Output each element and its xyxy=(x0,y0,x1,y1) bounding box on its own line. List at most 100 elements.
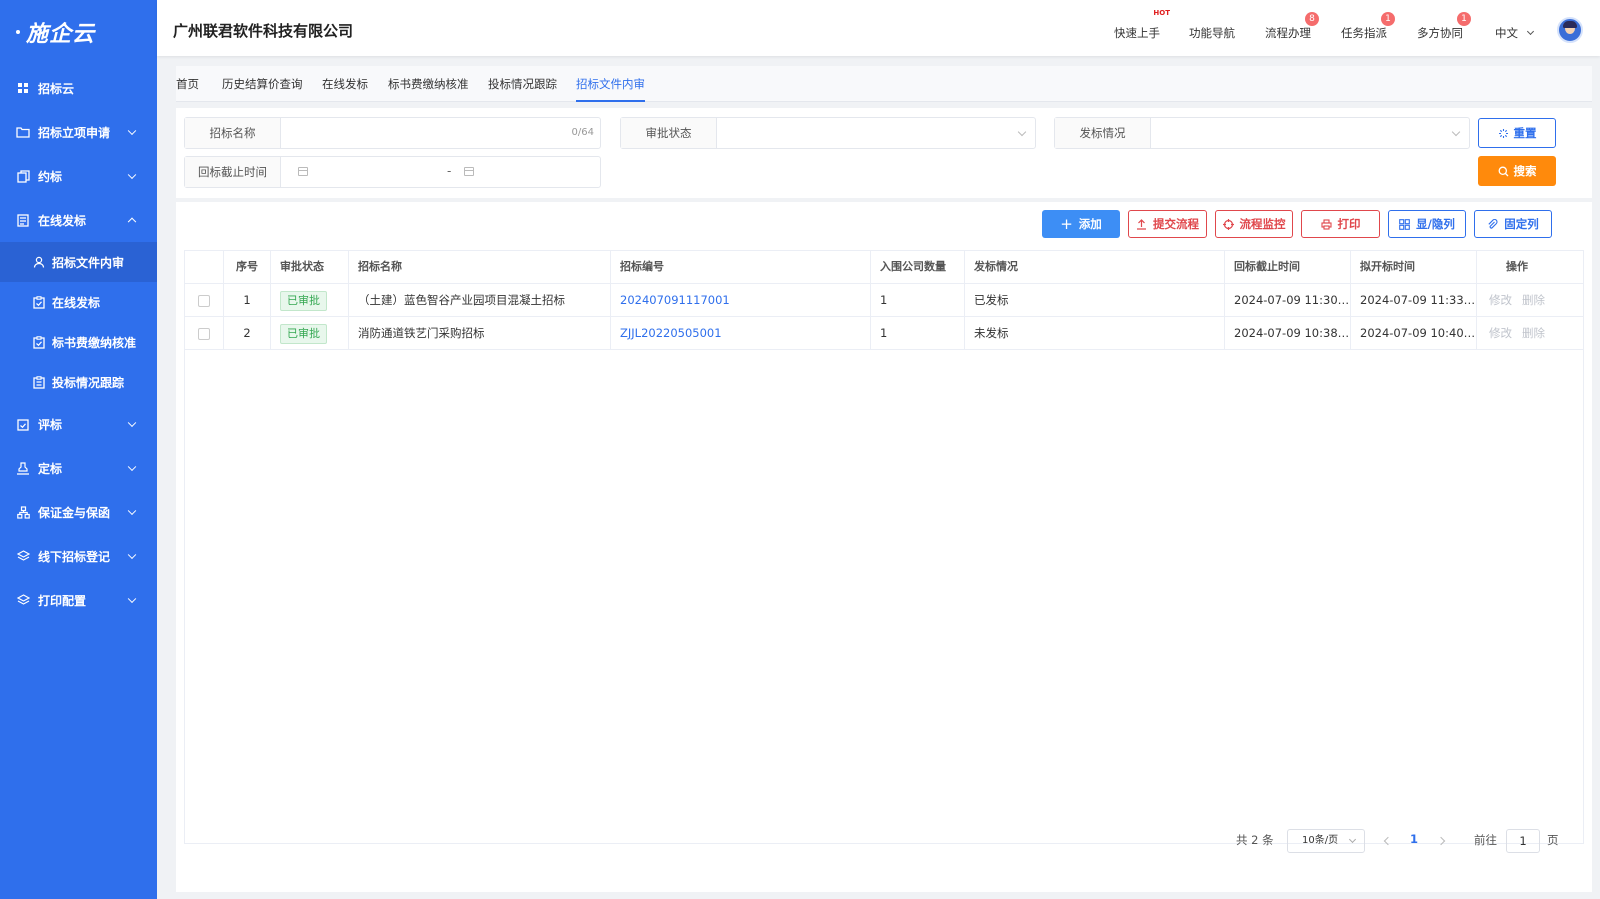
print-button[interactable]: 打印 xyxy=(1301,210,1380,238)
monitor-flow-button[interactable]: 流程监控 xyxy=(1215,210,1293,238)
approval-status-select[interactable] xyxy=(717,118,1035,148)
delete-button[interactable]: 删除 xyxy=(1522,326,1545,340)
tab-history-price[interactable]: 历史结算价查询 xyxy=(222,76,303,100)
sidebar-subitem-online-publish[interactable]: 在线发标 xyxy=(0,282,157,322)
goto-page-input[interactable]: 1 xyxy=(1506,829,1540,853)
collaboration-link[interactable]: 多方协同 1 xyxy=(1417,12,1471,41)
column-header[interactable]: 审批状态 xyxy=(271,251,349,284)
sidebar-item-invite-bid[interactable]: 约标 xyxy=(0,154,157,198)
tender-code-link[interactable]: ZJJL20220505001 xyxy=(620,326,722,340)
search-button[interactable]: 搜索 xyxy=(1478,156,1556,186)
status-badge: 已审批 xyxy=(280,290,327,311)
submit-flow-button[interactable]: 提交流程 xyxy=(1128,210,1207,238)
deadline-filter: 回标截止时间 - xyxy=(184,156,601,188)
sidebar-item-bidding-cloud[interactable]: 招标云 xyxy=(0,66,157,110)
tab-online-publish[interactable]: 在线发标 xyxy=(322,76,368,100)
sidebar-item-award[interactable]: 定标 xyxy=(0,446,157,490)
date-separator: - xyxy=(447,164,452,178)
page-size-label: 10条/页 xyxy=(1302,835,1339,846)
deadline-cell: 2024-07-09 11:30:59 xyxy=(1225,284,1351,317)
filter-label: 招标名称 xyxy=(185,118,281,148)
grid-icon xyxy=(16,81,30,95)
calendar-icon xyxy=(298,167,308,176)
filter-label: 发标情况 xyxy=(1055,118,1151,148)
column-header[interactable]: 发标情况 xyxy=(965,251,1225,284)
column-header[interactable]: 入围公司数量 xyxy=(871,251,965,284)
sidebar-item-online-publish[interactable]: 在线发标 xyxy=(0,198,157,242)
delete-button[interactable]: 删除 xyxy=(1522,293,1545,307)
document-icon xyxy=(16,213,30,227)
deadline-range-picker[interactable]: - xyxy=(281,157,600,187)
publish-status-select[interactable] xyxy=(1151,118,1469,148)
actions-cell: 修改 删除 xyxy=(1477,317,1583,350)
monitor-flow-label: 流程监控 xyxy=(1239,217,1286,231)
reset-button[interactable]: 重置 xyxy=(1478,118,1556,148)
sidebar-item-project-application[interactable]: 招标立项申请 xyxy=(0,110,157,154)
column-header[interactable]: 拟开标时间 xyxy=(1351,251,1477,284)
page-size-select[interactable]: 10条/页 xyxy=(1287,829,1365,853)
clipboard-icon xyxy=(32,335,46,349)
upload-icon xyxy=(1137,218,1146,230)
toggle-columns-button[interactable]: 显/隐列 xyxy=(1388,210,1466,238)
quick-start-link[interactable]: 快速上手 HOT xyxy=(1114,9,1170,41)
column-header[interactable]: 招标编号 xyxy=(611,251,871,284)
clipboard-list-icon xyxy=(32,375,46,389)
char-counter: 0/64 xyxy=(571,127,594,138)
row-checkbox[interactable] xyxy=(198,327,210,340)
top-header: 广州联君软件科技有限公司 快速上手 HOT 功能导航 流程办理 8 任务指派 1… xyxy=(157,0,1600,56)
sidebar-item-print-config[interactable]: 打印配置 xyxy=(0,578,157,622)
task-assign-link[interactable]: 任务指派 1 xyxy=(1341,12,1395,41)
avatar-hair xyxy=(1563,21,1577,28)
sidebar-item-label: 在线发标 xyxy=(38,213,87,228)
language-select[interactable]: 中文 xyxy=(1495,25,1535,41)
tab-fee-approval[interactable]: 标书费缴纳核准 xyxy=(388,76,469,100)
function-nav-label: 功能导航 xyxy=(1189,26,1235,40)
sidebar-subitem-bid-tracking[interactable]: 投标情况跟踪 xyxy=(0,362,157,402)
logo-dot xyxy=(16,30,20,34)
column-header[interactable]: 回标截止时间 xyxy=(1225,251,1351,284)
main-panel: + 添加 提交流程 流程监控 打印 显/隐列 固定列 序号 审批状态 招标名称 … xyxy=(176,202,1592,892)
avatar[interactable] xyxy=(1557,17,1583,43)
sidebar-subitem-tender-review[interactable]: 招标文件内审 xyxy=(0,242,157,282)
header-checkbox-cell xyxy=(185,251,224,284)
network-icon xyxy=(16,505,30,519)
sidebar-item-label: 保证金与保函 xyxy=(38,505,111,520)
logo[interactable]: 施企云 xyxy=(0,0,157,64)
reset-icon xyxy=(1498,128,1508,138)
process-handling-link[interactable]: 流程办理 8 xyxy=(1265,12,1319,41)
chevron-down-icon xyxy=(127,462,137,472)
approval-status-filter: 审批状态 xyxy=(620,117,1036,149)
column-header[interactable]: 招标名称 xyxy=(349,251,611,284)
sidebar: 施企云 招标云 招标立项申请 约标 在线发标 招标文件内审 在线发标 标书费缴纳… xyxy=(0,0,157,899)
edit-button[interactable]: 修改 xyxy=(1489,326,1512,340)
tab-tender-review[interactable]: 招标文件内审 xyxy=(576,76,645,102)
tab-bid-tracking[interactable]: 投标情况跟踪 xyxy=(488,76,557,100)
sidebar-item-offline-register[interactable]: 线下招标登记 xyxy=(0,534,157,578)
sidebar-subitem-fee-approval[interactable]: 标书费缴纳核准 xyxy=(0,322,157,362)
edit-button[interactable]: 修改 xyxy=(1489,293,1512,307)
table-row[interactable]: 2 已审批 消防通道铁艺门采购招标 ZJJL20220505001 1 未发标 … xyxy=(185,317,1583,350)
actions-cell: 修改 删除 xyxy=(1477,284,1583,317)
tender-code-link[interactable]: 202407091117001 xyxy=(620,293,730,307)
row-checkbox[interactable] xyxy=(198,294,210,307)
publish-status-filter: 发标情况 xyxy=(1054,117,1470,149)
tab-home[interactable]: 首页 xyxy=(176,76,199,100)
sidebar-subitem-label: 在线发标 xyxy=(52,295,101,310)
tender-name-input[interactable]: 0/64 xyxy=(281,118,600,148)
sidebar-item-label: 招标云 xyxy=(38,81,75,96)
function-nav-link[interactable]: 功能导航 xyxy=(1189,25,1235,41)
table-header-row: 序号 审批状态 招标名称 招标编号 入围公司数量 发标情况 回标截止时间 拟开标… xyxy=(185,251,1583,284)
sidebar-item-deposit-guarantee[interactable]: 保证金与保函 xyxy=(0,490,157,534)
add-button[interactable]: + 添加 xyxy=(1042,210,1120,238)
sidebar-item-evaluation[interactable]: 评标 xyxy=(0,402,157,446)
table-row[interactable]: 1 已审批 （土建）蓝色智谷产业园项目混凝土招标 202407091117001… xyxy=(185,284,1583,317)
column-header[interactable]: 序号 xyxy=(224,251,271,284)
goto-label: 前往 xyxy=(1474,833,1497,847)
tender-code-cell: 202407091117001 xyxy=(611,284,871,317)
fix-columns-button[interactable]: 固定列 xyxy=(1474,210,1552,238)
current-page[interactable]: 1 xyxy=(1410,832,1418,846)
documents-icon xyxy=(16,169,30,183)
fix-columns-label: 固定列 xyxy=(1504,217,1539,231)
tender-code-cell: ZJJL20220505001 xyxy=(611,317,871,350)
sidebar-item-label: 招标立项申请 xyxy=(38,125,111,140)
